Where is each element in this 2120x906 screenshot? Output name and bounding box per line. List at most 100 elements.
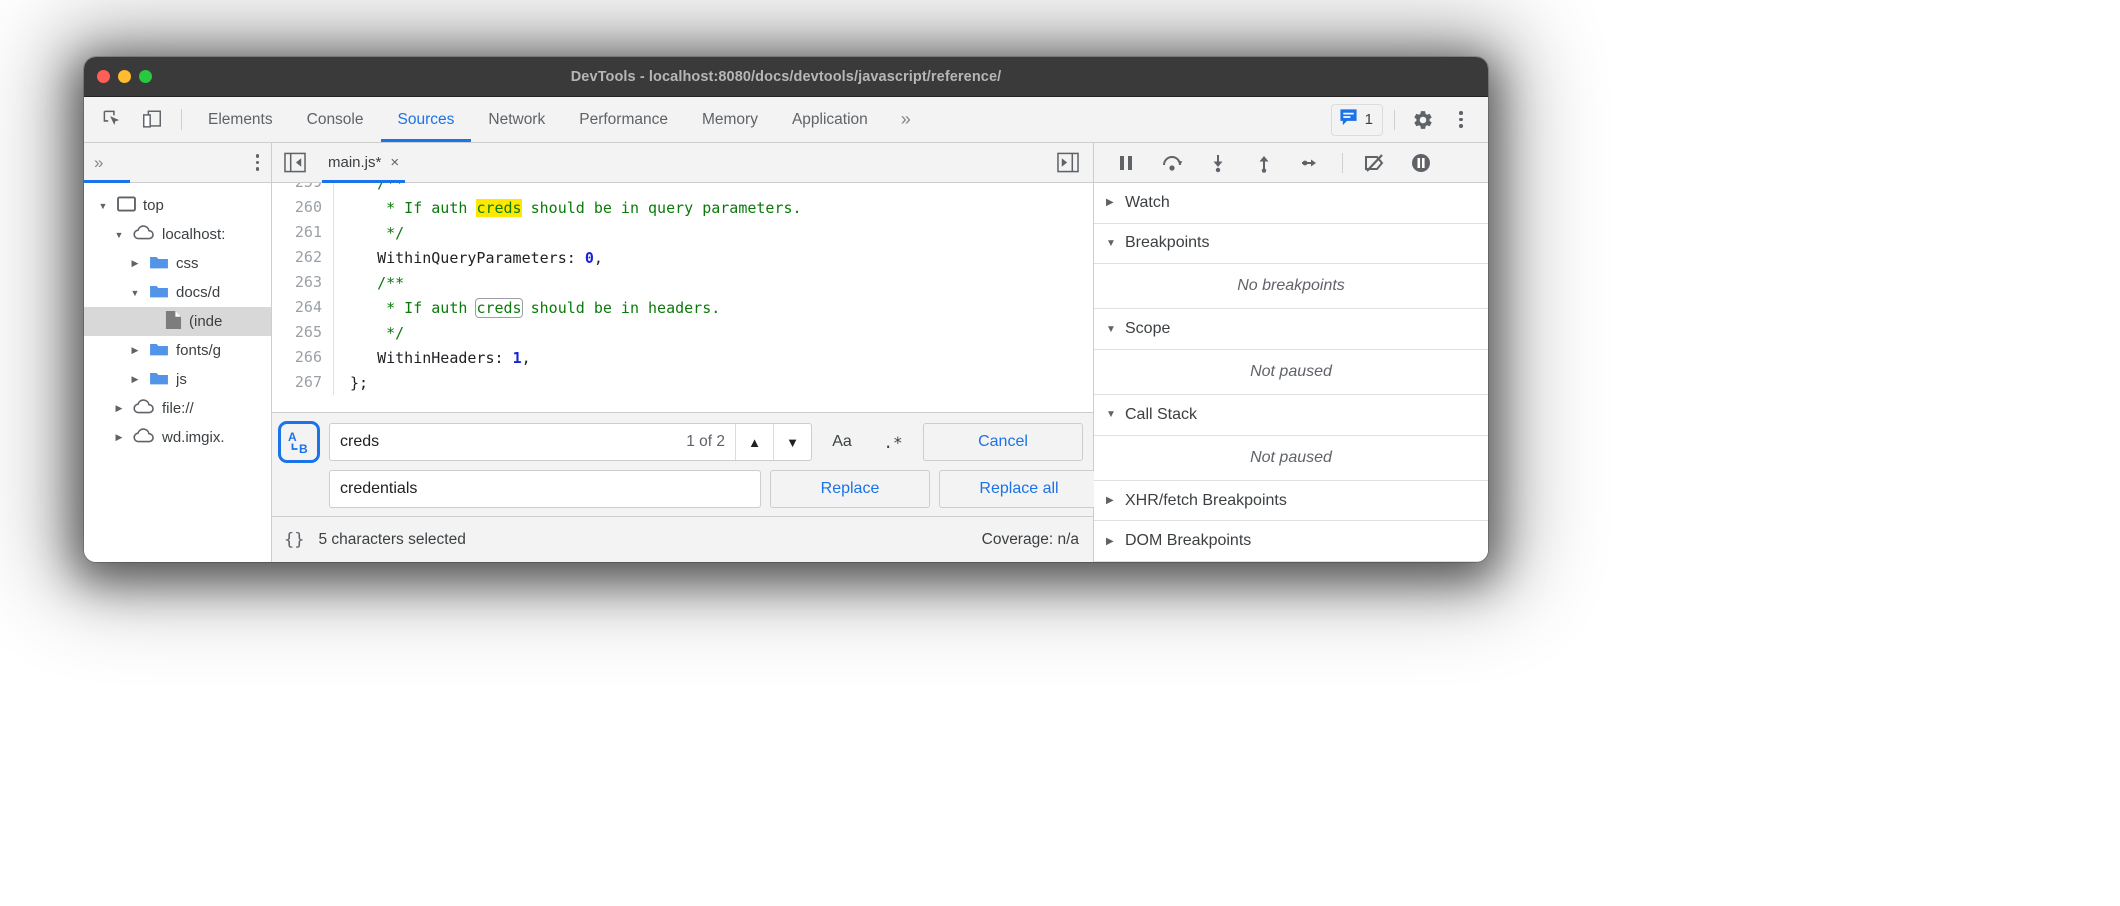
section-xhr-fetch-breakpoints[interactable]: ▶ XHR/fetch Breakpoints [1094, 481, 1488, 522]
code-line: 264 * If auth creds should be in headers… [272, 295, 1093, 320]
tree-item-label: wd.imgix. [162, 429, 225, 446]
replace-toggle-icon[interactable]: A B [278, 421, 320, 463]
tab-network[interactable]: Network [471, 97, 562, 142]
more-panels-icon[interactable]: » [885, 97, 927, 142]
tree-item-label: (inde [189, 313, 222, 330]
chevron-right-icon[interactable]: ▶ [128, 258, 142, 269]
section-dom-breakpoints[interactable]: ▶ DOM Breakpoints [1094, 521, 1488, 562]
chevron-down-icon[interactable]: ▼ [1106, 324, 1116, 335]
search-nav-arrows: ▲ ▼ [735, 424, 811, 460]
chevron-down-icon[interactable]: ▼ [112, 230, 126, 240]
step-over-icon[interactable] [1150, 143, 1194, 183]
chevron-down-icon[interactable]: ▼ [773, 424, 811, 460]
code-line: 261 */ [272, 220, 1093, 245]
kebab-menu-icon[interactable] [1444, 111, 1478, 128]
gear-icon[interactable] [1406, 109, 1440, 131]
devtools-window: DevTools - localhost:8080/docs/devtools/… [84, 57, 1488, 562]
chevron-down-icon[interactable]: ▼ [1106, 409, 1116, 420]
scope-empty-message: Not paused [1094, 350, 1488, 395]
chevron-down-icon[interactable]: ▼ [96, 201, 110, 211]
tab-application[interactable]: Application [775, 97, 885, 142]
step-into-icon[interactable] [1196, 143, 1240, 183]
chevron-right-icon[interactable]: ▶ [1106, 197, 1116, 208]
line-number: 266 [272, 345, 334, 370]
device-toolbar-icon[interactable] [132, 97, 172, 142]
chevron-right-icon[interactable]: ▶ [112, 403, 126, 414]
tree-item-index[interactable]: ▶ (inde [84, 307, 271, 336]
search-input[interactable]: creds 1 of 2 ▲ ▼ [329, 423, 812, 461]
replace-button[interactable]: Replace [770, 470, 930, 508]
navigator-menu-icon[interactable] [256, 154, 260, 171]
section-watch[interactable]: ▶ Watch [1094, 183, 1488, 224]
tab-memory[interactable]: Memory [685, 97, 775, 142]
pause-icon[interactable] [1104, 143, 1148, 183]
inspect-cursor-icon[interactable] [92, 97, 132, 142]
tree-item-wd-imgix[interactable]: ▶ wd.imgix. [84, 423, 271, 452]
tab-performance[interactable]: Performance [562, 97, 685, 142]
replace-all-button[interactable]: Replace all [939, 470, 1099, 508]
tree-item-top[interactable]: ▼ top [84, 191, 271, 220]
message-bubble-icon [1339, 108, 1358, 132]
debugger-toolbar [1094, 143, 1488, 183]
svg-text:B: B [299, 442, 308, 456]
toolbar-divider [181, 109, 182, 130]
folder-icon [149, 254, 169, 274]
navigator-more-icon[interactable]: » [94, 153, 103, 173]
selection-status: 5 characters selected [318, 531, 465, 549]
tree-item-js[interactable]: ▶ js [84, 365, 271, 394]
deactivate-breakpoints-icon[interactable] [1353, 143, 1397, 183]
chevron-right-icon[interactable]: ▶ [128, 374, 142, 385]
code-number: 0 [585, 249, 594, 267]
cancel-button[interactable]: Cancel [923, 423, 1083, 461]
match-case-button[interactable]: Aa [821, 423, 863, 461]
search-replace-widget: A B creds 1 of 2 ▲ ▼ [272, 412, 1093, 516]
tree-item-css[interactable]: ▶ css [84, 249, 271, 278]
collapse-sidebar-icon[interactable] [272, 152, 316, 173]
code-editor[interactable]: 259 /** 260 * If auth creds should be in… [272, 183, 1093, 412]
tree-item-label: js [176, 371, 187, 388]
file-tab-main-js[interactable]: main.js* × [316, 143, 411, 182]
chevron-right-icon[interactable]: ▶ [128, 345, 142, 356]
tree-item-localhost[interactable]: ▼ localhost: [84, 220, 271, 249]
chevron-right-icon[interactable]: ▶ [1106, 536, 1116, 547]
tree-item-docs[interactable]: ▼ docs/d [84, 278, 271, 307]
section-scope[interactable]: ▼ Scope [1094, 309, 1488, 350]
tab-console[interactable]: Console [290, 97, 381, 142]
replace-input[interactable]: credentials [329, 470, 761, 508]
chevron-down-icon[interactable]: ▼ [128, 288, 142, 298]
folder-icon [149, 283, 169, 303]
code-text: WithinQueryParameters: [350, 249, 585, 267]
folder-icon [149, 341, 169, 361]
close-icon[interactable]: × [390, 154, 399, 171]
pause-on-exceptions-icon[interactable] [1399, 143, 1443, 183]
tree-item-file-protocol[interactable]: ▶ file:// [84, 394, 271, 423]
section-title: Breakpoints [1125, 234, 1210, 252]
line-number: 264 [272, 295, 334, 320]
debugger-pane: ▶ Watch ▼ Breakpoints No breakpoints ▼ S… [1094, 143, 1488, 562]
step-icon[interactable] [1288, 143, 1332, 183]
tree-item-fonts[interactable]: ▶ fonts/g [84, 336, 271, 365]
code-comment: * If auth [350, 299, 476, 317]
chevron-right-icon[interactable]: ▶ [112, 432, 126, 443]
tab-elements[interactable]: Elements [191, 97, 290, 142]
section-breakpoints[interactable]: ▼ Breakpoints [1094, 224, 1488, 265]
console-messages-badge[interactable]: 1 [1331, 104, 1383, 136]
panel-tabs: Elements Console Sources Network Perform… [191, 97, 885, 142]
chevron-right-icon[interactable]: ▶ [1106, 495, 1116, 506]
chevron-up-icon[interactable]: ▲ [735, 424, 773, 460]
toolbar-divider-right [1394, 110, 1395, 130]
toolbar-right-actions: 1 [1331, 97, 1488, 142]
section-title: XHR/fetch Breakpoints [1125, 492, 1287, 510]
chevron-down-icon[interactable]: ▼ [1106, 238, 1116, 249]
pretty-print-button[interactable]: {} [284, 530, 318, 550]
line-number: 261 [272, 220, 334, 245]
code-comment: should be in headers. [522, 299, 721, 317]
tab-sources[interactable]: Sources [381, 97, 472, 142]
code-line: 263 /** [272, 270, 1093, 295]
step-out-icon[interactable] [1242, 143, 1286, 183]
section-call-stack[interactable]: ▼ Call Stack [1094, 395, 1488, 436]
expand-sidebar-icon[interactable] [1043, 152, 1093, 173]
regex-button[interactable]: .* [872, 423, 914, 461]
line-number: 265 [272, 320, 334, 345]
file-tab-label: main.js* [328, 154, 381, 171]
